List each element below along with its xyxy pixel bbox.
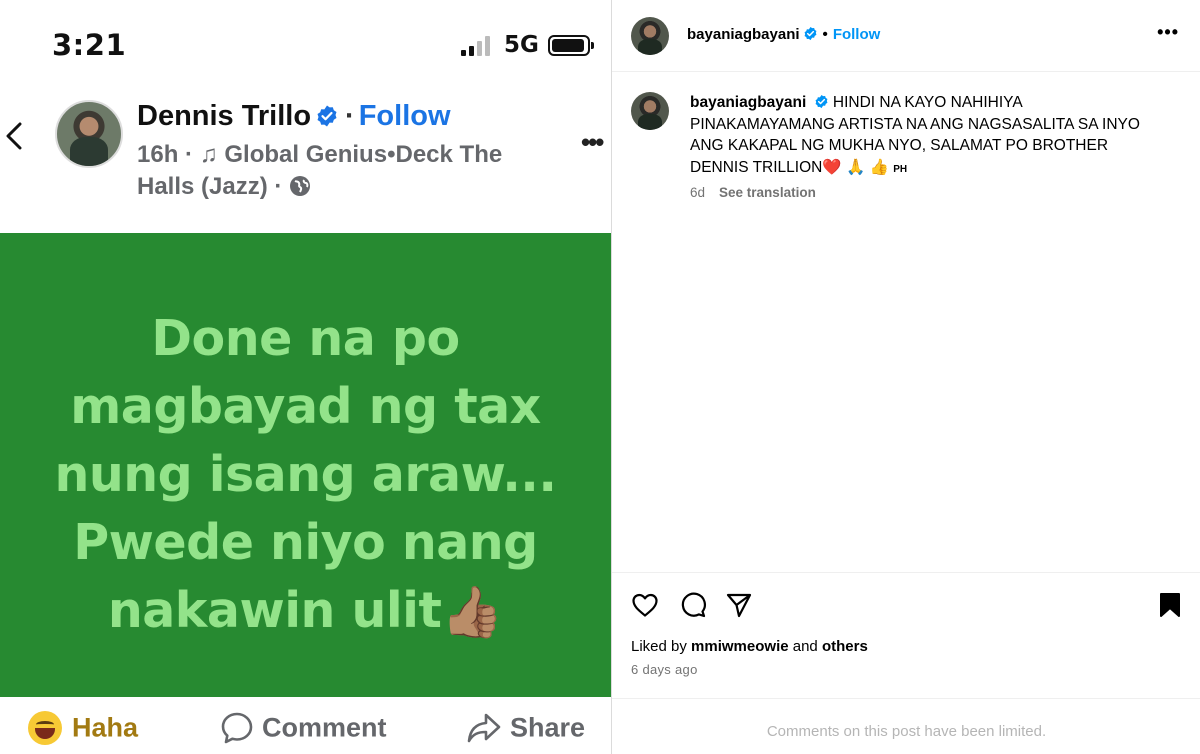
- ig-username[interactable]: bayaniagbayani: [687, 26, 800, 43]
- signal-icon: [461, 36, 493, 56]
- likes-prefix: Liked by: [631, 638, 687, 655]
- network-label: 5G: [504, 32, 539, 58]
- comments-limited-notice: Comments on this post have been limited.: [766, 723, 1047, 740]
- post-text-card: Done na po magbayad ng tax nung isang ar…: [0, 233, 611, 697]
- caption-age: 6d: [690, 185, 706, 200]
- music-note-icon: ♫: [199, 141, 218, 168]
- instagram-post-panel: bayaniagbayani • Follow ••• bayaniagbayani…: [611, 0, 1200, 754]
- haha-label: Haha: [72, 712, 139, 743]
- comment-area: Comments on this post have been limited.: [612, 698, 1200, 754]
- comment-icon[interactable]: [679, 591, 707, 619]
- post-line: nung isang araw...: [54, 446, 557, 503]
- haha-emoji-icon: [28, 711, 62, 745]
- ig-post-header: bayaniagbayani • Follow •••: [612, 0, 1200, 72]
- caption-username[interactable]: bayaniagbayani: [690, 94, 806, 111]
- comment-icon: [221, 712, 253, 744]
- share-paper-plane-icon[interactable]: [725, 591, 753, 619]
- post-line: Done na po: [151, 310, 460, 367]
- post-line: Pwede niyo nang: [73, 514, 538, 571]
- post-text: Done na po magbayad ng tax nung isang ar…: [0, 305, 611, 646]
- caption-emojis: 🙏 👍: [845, 158, 889, 176]
- share-icon: [467, 713, 501, 743]
- post-time: 16h: [137, 141, 179, 168]
- heart-emoji: ❤️: [822, 158, 842, 176]
- ig-action-bar: [612, 572, 1200, 634]
- comment-label: Comment: [262, 712, 387, 743]
- caption-meta: 6d See translation: [690, 185, 816, 200]
- post-line: nakawin ulit: [107, 582, 442, 639]
- status-bar: 3:21 5G: [0, 0, 611, 80]
- post-author-line: Dennis Trillo · Follow: [137, 100, 451, 133]
- author-name[interactable]: Dennis Trillo: [137, 100, 311, 132]
- haha-reaction-button[interactable]: Haha: [28, 711, 138, 745]
- like-heart-icon[interactable]: [631, 591, 659, 619]
- caption-text-block: bayaniagbayani HINDI NA KAYO NAHIHIYA PI…: [690, 92, 1170, 180]
- more-options-icon[interactable]: •••: [581, 127, 604, 158]
- ig-author-line: bayaniagbayani • Follow: [687, 26, 880, 43]
- share-button[interactable]: Share: [466, 711, 585, 745]
- ph-flag: PH: [893, 163, 908, 175]
- post-date: 6 days ago: [631, 662, 698, 677]
- follow-button[interactable]: Follow: [359, 100, 451, 132]
- battery-icon: [548, 35, 594, 56]
- facebook-screenshot: 3:21 5G Dennis Trillo · Follow 16h · ♫ Glo…: [0, 0, 611, 754]
- see-translation-link[interactable]: See translation: [719, 185, 816, 200]
- status-time: 3:21: [52, 28, 127, 62]
- verified-badge-icon: [804, 26, 816, 41]
- ig-follow-button[interactable]: Follow: [833, 26, 881, 43]
- comment-button[interactable]: Comment: [220, 711, 387, 745]
- post-header: Dennis Trillo · Follow 16h · ♫ Global Geni…: [0, 95, 611, 215]
- post-actions: Haha Comment Share: [0, 697, 611, 754]
- post-line-last: nakawin ulit👍🏽: [0, 577, 611, 646]
- caption-avatar[interactable]: [631, 92, 669, 130]
- music-artist[interactable]: Global Genius: [224, 141, 387, 168]
- ig-author-avatar[interactable]: [631, 17, 669, 55]
- likes-summary: Liked by mmiwmeowie and others: [631, 638, 868, 655]
- author-separator: ·: [345, 100, 355, 132]
- likes-mid: and: [792, 638, 818, 655]
- ig-header-dot: •: [822, 26, 828, 43]
- meta-separator: ·: [185, 141, 194, 168]
- bookmark-icon[interactable]: [1156, 591, 1184, 619]
- liked-by-user[interactable]: mmiwmeowie: [691, 638, 789, 655]
- back-chevron-icon[interactable]: [3, 121, 25, 151]
- author-avatar[interactable]: [55, 100, 123, 168]
- verified-badge-icon: [317, 105, 337, 127]
- more-options-icon[interactable]: •••: [1157, 22, 1179, 43]
- share-label: Share: [510, 712, 586, 743]
- post-meta: 16h · ♫ Global Genius•Deck The Halls (Ja…: [137, 139, 527, 203]
- thumbs-up-emoji: 👍🏽: [441, 583, 504, 641]
- meta-separator-2: ·: [274, 173, 283, 200]
- post-line: magbayad ng tax: [70, 378, 541, 435]
- verified-badge-icon: [815, 94, 828, 109]
- globe-icon: [290, 176, 311, 196]
- likes-others-link[interactable]: others: [822, 638, 868, 655]
